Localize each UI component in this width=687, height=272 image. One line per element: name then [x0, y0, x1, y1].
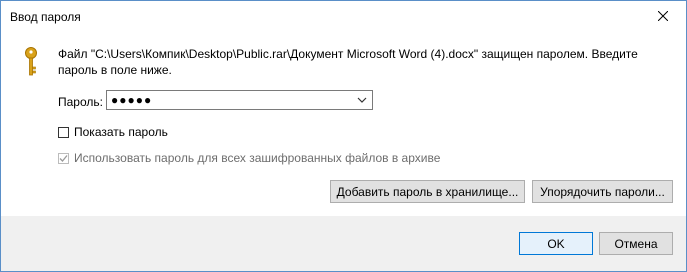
- cancel-button[interactable]: Отмена: [599, 232, 673, 255]
- password-field[interactable]: ●●●●●: [106, 90, 373, 110]
- key-icon: [25, 47, 37, 76]
- organize-passwords-button[interactable]: Упорядочить пароли...: [532, 180, 673, 203]
- use-for-all-label: Использовать пароль для всех зашифрованн…: [74, 151, 441, 165]
- close-icon: [658, 11, 668, 21]
- dialog-footer: OK Отмена: [1, 216, 686, 271]
- show-password-checkbox[interactable]: [58, 126, 69, 138]
- add-to-store-button[interactable]: Добавить пароль в хранилище...: [330, 180, 525, 203]
- password-value: ●●●●●: [111, 93, 153, 107]
- password-dialog: Ввод пароля Файл "C:\Users\Компик\Deskto…: [0, 0, 687, 272]
- protected-file-message: Файл "C:\Users\Компик\Desktop\Public.rar…: [58, 47, 638, 77]
- password-label: Пароль:: [58, 95, 103, 109]
- dialog-title: Ввод пароля: [10, 10, 81, 24]
- checkmark-icon: [59, 154, 68, 162]
- ok-button[interactable]: OK: [519, 232, 593, 255]
- use-for-all-checkbox: [58, 152, 69, 164]
- title-bar[interactable]: Ввод пароля: [1, 1, 686, 31]
- show-password-label: Показать пароль: [74, 125, 168, 139]
- use-for-all-row: Использовать пароль для всех зашифрованн…: [58, 151, 440, 165]
- show-password-row[interactable]: Показать пароль: [58, 125, 168, 139]
- chevron-down-icon[interactable]: [356, 93, 368, 107]
- close-button[interactable]: [640, 1, 686, 31]
